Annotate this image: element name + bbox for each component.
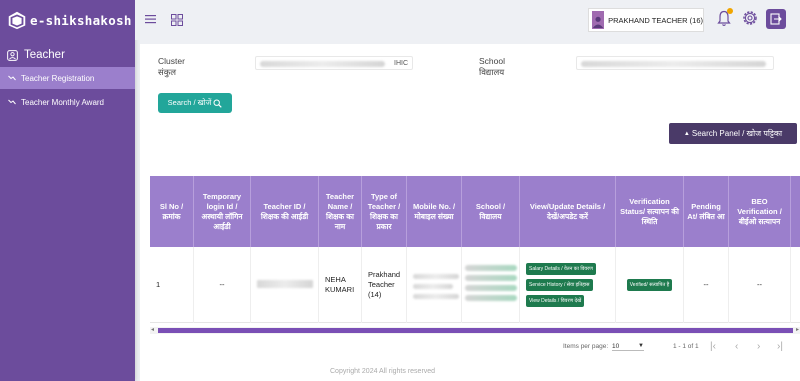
next-page-icon[interactable]: › [757, 341, 760, 352]
table-row: 1 -- NEHA KUMARI Prakhand Teacher (14) S… [150, 247, 800, 323]
last-page-icon[interactable]: ›| [777, 341, 783, 352]
page-size-value: 10 [612, 343, 620, 350]
search-panel-label: Search Panel / खोज पट्टिका [691, 129, 783, 138]
scroll-left-arrow-icon[interactable]: ◂ [151, 326, 154, 333]
cluster-label-en: Cluster [158, 56, 185, 66]
app-logo[interactable]: e-shikshakosh [0, 0, 135, 40]
logout-icon [770, 13, 782, 25]
route-icon [8, 99, 16, 105]
book-logo-icon [8, 11, 26, 30]
main-panel: Cluster संकुल IHIC School विद्यालय Searc… [140, 44, 800, 381]
dropdown-arrow-icon: ▼ [638, 343, 644, 349]
col-teacher-name: Teacher Name / शिक्षक का नाम [319, 176, 362, 247]
cell-temp-login: -- [194, 247, 251, 323]
col-teacher-type: Type of Teacher / शिक्षक का प्रकार [362, 176, 407, 247]
service-history-button[interactable]: Service History / सेवा इतिहास [526, 279, 593, 291]
items-per-page-label: Items per page: [563, 343, 609, 350]
horizontal-scrollbar[interactable]: ◂ ▸ [150, 327, 800, 334]
table-header: Sl No / क्रमांक Temporary login Id / अस्… [150, 176, 800, 247]
user-name: PRAKHAND TEACHER (16) [608, 15, 703, 25]
sidebar-section-label: Teacher [24, 49, 65, 61]
cell-actions: Salary Details / वेतन का विवरण Service H… [520, 247, 616, 323]
status-badge: Verified/ सत्यापित है [626, 279, 673, 291]
cell-teacher-type: Prakhand Teacher (14) [362, 247, 407, 323]
cell-pending-at: -- [684, 247, 729, 323]
col-teacher-id: Teacher ID / शिक्षक की आईडी [251, 176, 319, 247]
search-button-label: Search / खोजें [167, 98, 212, 107]
cell-sl-no: 1 [150, 247, 194, 323]
cluster-label-hi: संकुल [158, 67, 177, 77]
cell-school [462, 247, 520, 323]
col-temp-login: Temporary login Id / अस्थायी लॉगिन आईडी [194, 176, 251, 247]
col-pending-at: Pending At/ लंबित आ [684, 176, 729, 247]
view-details-button[interactable]: View Details / विवरण देखें [526, 295, 585, 307]
cell-teacher-name: NEHA KUMARI [319, 247, 362, 323]
salary-details-button[interactable]: Salary Details / वेतन का विवरण [526, 263, 596, 275]
route-icon [8, 75, 16, 81]
sidebar: e-shikshakosh Teacher Teacher Registrati… [0, 0, 135, 381]
search-icon [213, 99, 223, 108]
search-panel-toggle-button[interactable]: ▲ Search Panel / खोज पट्टिका [669, 123, 797, 144]
app-name: e-shikshakosh [30, 12, 132, 28]
col-view-update: View/Update Details / देखें/अपडेट करें [520, 176, 616, 247]
search-button[interactable]: Search / खोजें [158, 93, 232, 113]
col-beo-verification: BEO Verification / बीईओ सत्यापन [729, 176, 791, 247]
cell-verification-status: Verified/ सत्यापित है [616, 247, 684, 323]
menu-icon[interactable] [145, 14, 156, 24]
apps-grid-icon[interactable] [171, 14, 183, 26]
scroll-thumb[interactable] [158, 328, 793, 333]
cluster-value: IHIC [394, 59, 408, 67]
school-label-en: School [479, 56, 505, 66]
col-verification-status: Verification Status/ सत्यापन की स्थिति [616, 176, 684, 247]
cell-teacher-id [251, 247, 319, 323]
sidebar-item-label: Teacher Monthly Award [21, 97, 105, 107]
top-header: PRAKHAND TEACHER (16) [135, 0, 800, 40]
sidebar-item-teacher-registration[interactable]: Teacher Registration [0, 67, 135, 89]
first-page-icon[interactable]: |‹ [710, 341, 716, 352]
col-sl-no: Sl No / क्रमांक [150, 176, 194, 247]
sidebar-item-label: Teacher Registration [21, 73, 95, 83]
page-range: 1 - 1 of 1 [673, 343, 699, 350]
col-school: School / विद्यालय [462, 176, 520, 247]
logout-button[interactable] [766, 9, 786, 29]
user-square-icon [7, 49, 18, 61]
notification-badge [727, 8, 733, 14]
settings-gear-icon[interactable] [741, 9, 759, 27]
cell-beo-verification: -- [729, 247, 791, 323]
sidebar-item-teacher-monthly-award[interactable]: Teacher Monthly Award [0, 91, 135, 113]
sidebar-section-teacher[interactable]: Teacher [0, 44, 135, 66]
school-select[interactable] [576, 56, 774, 70]
cluster-select[interactable]: IHIC [255, 56, 413, 70]
caret-up-icon: ▲ [683, 130, 690, 137]
previous-page-icon[interactable]: ‹ [735, 341, 738, 352]
user-avatar-icon [592, 16, 604, 28]
col-mobile: Mobile No. / मोबाइल संख्या [407, 176, 462, 247]
scroll-right-arrow-icon[interactable]: ▸ [796, 326, 799, 333]
page-size-select[interactable]: 10 ▼ [612, 343, 644, 351]
avatar [592, 11, 605, 29]
user-profile[interactable]: PRAKHAND TEACHER (16) [588, 8, 704, 32]
footer-copyright: Copyright 2024 All rights reserved [330, 368, 436, 375]
school-label-hi: विद्यालय [479, 67, 505, 77]
cell-mobile [407, 247, 462, 323]
